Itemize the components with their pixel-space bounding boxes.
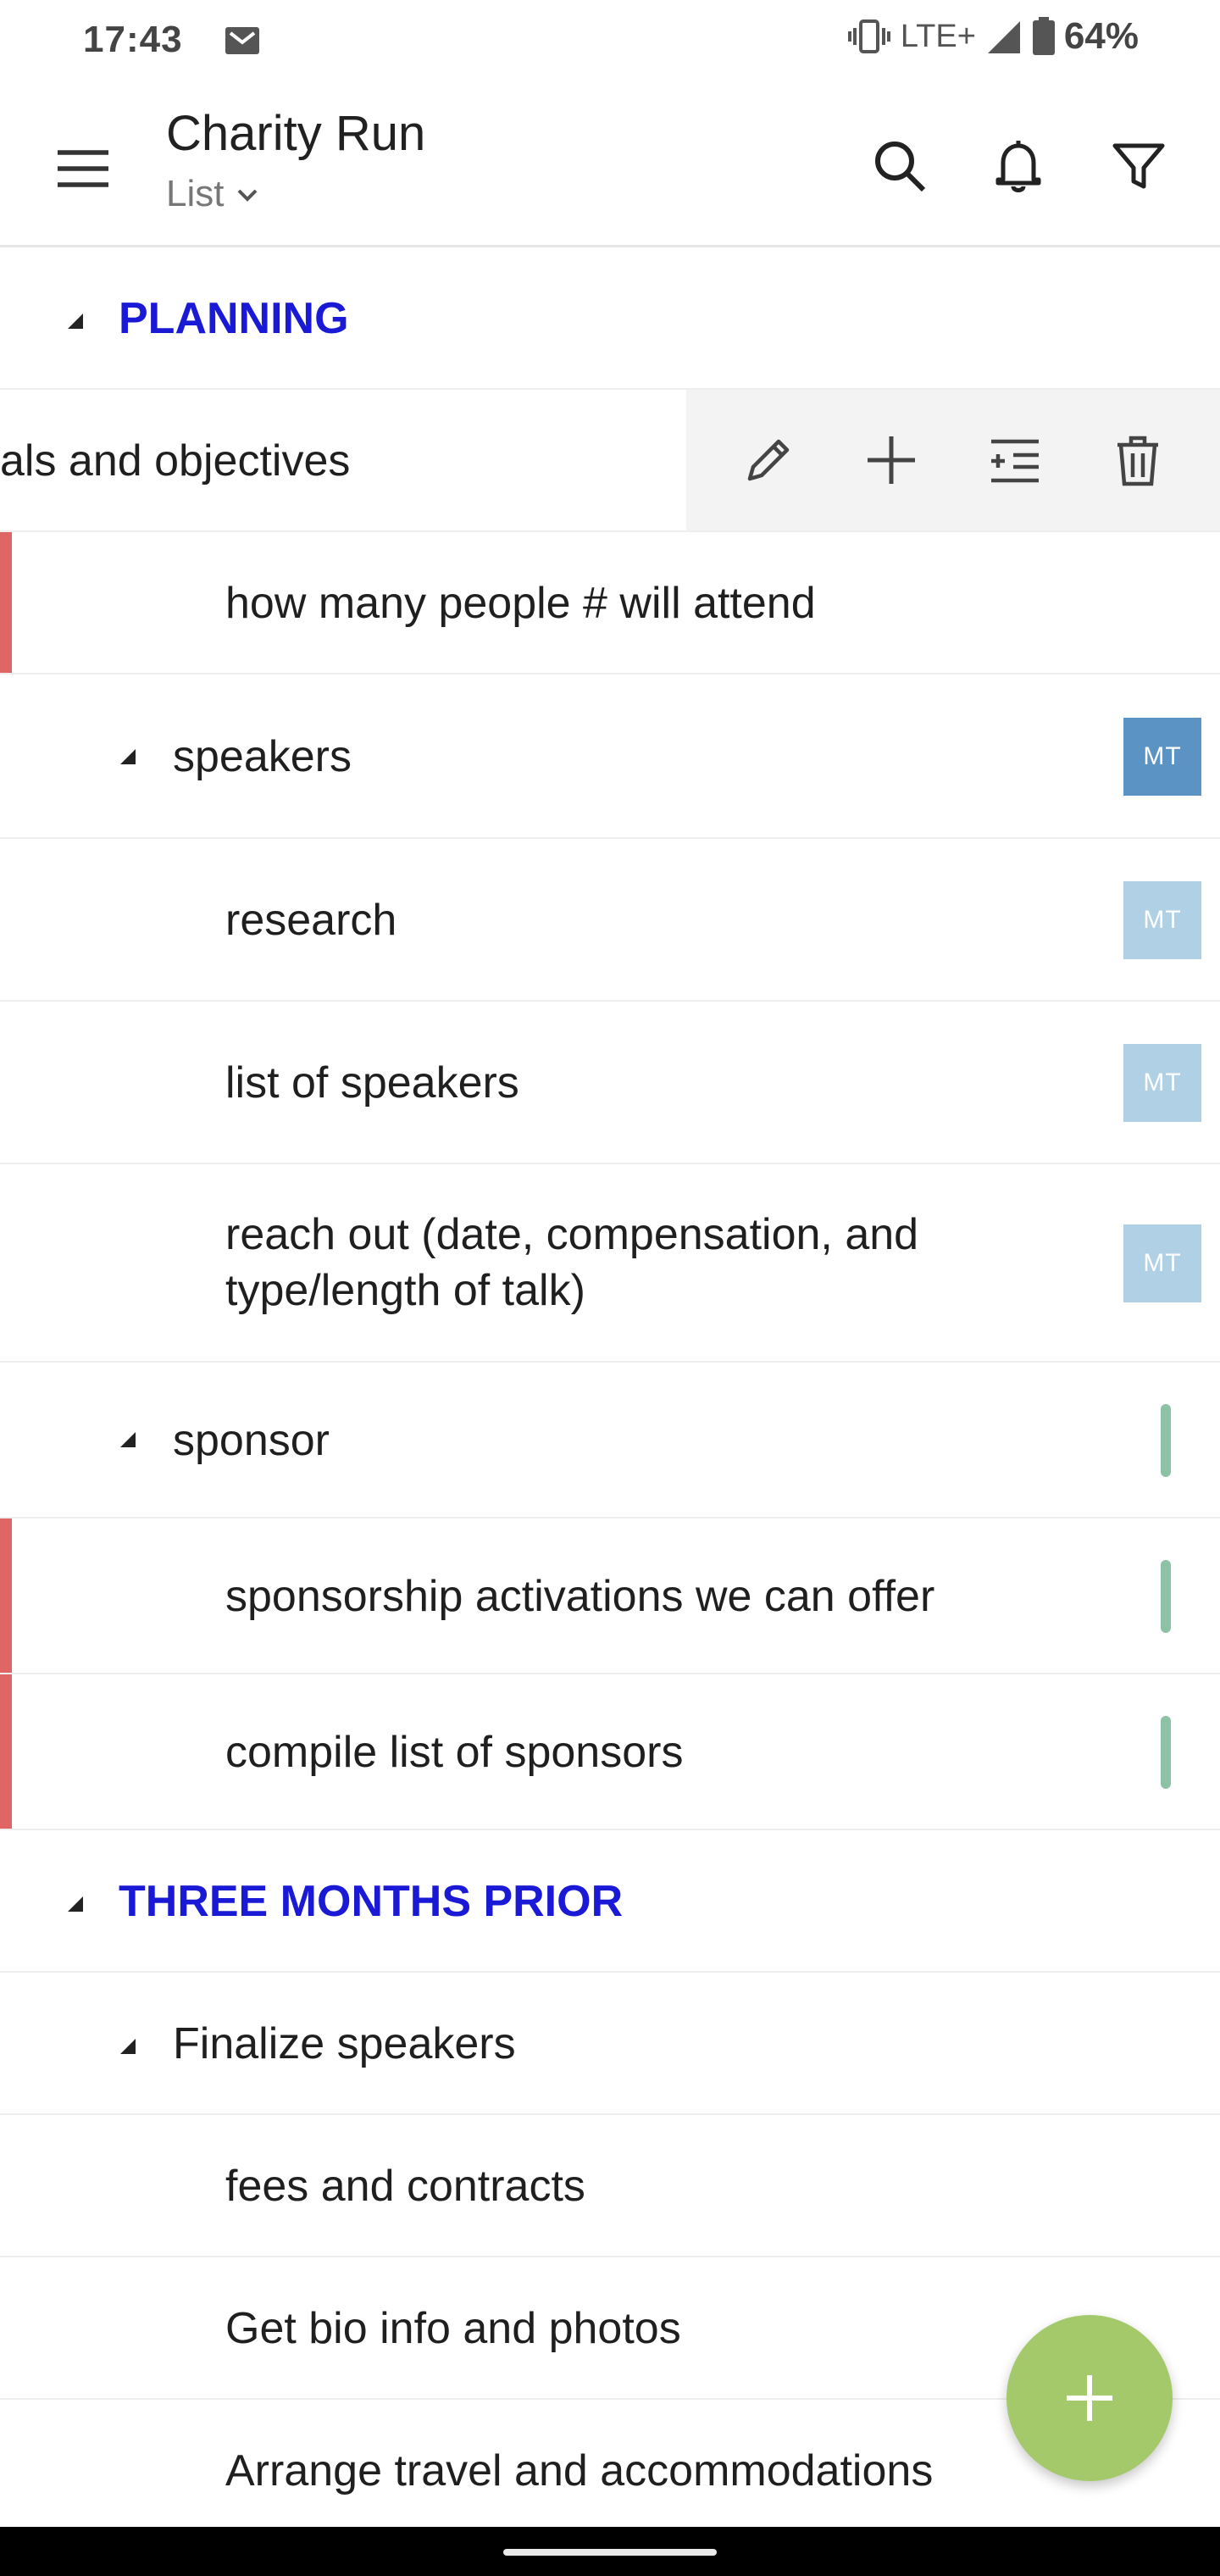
vibrate-icon: [847, 19, 890, 53]
plus-icon: [868, 436, 916, 484]
task-title: sponsor: [173, 1416, 330, 1465]
collapse-caret-icon[interactable]: [119, 2037, 137, 2056]
view-selector-label: List: [166, 173, 225, 214]
assignee-avatar[interactable]: MT: [1123, 881, 1201, 959]
task-row-attendance[interactable]: how many people # will attend: [0, 532, 1220, 675]
task-title: Finalize speakers: [173, 2019, 516, 2068]
task-title: research: [225, 896, 397, 945]
search-icon: [875, 142, 926, 192]
status-indicator: [1161, 1716, 1171, 1789]
task-title: compile list of sponsors: [225, 1728, 684, 1777]
task-list: PLANNING als and objectives how many peo…: [0, 247, 1220, 2542]
priority-flag: [0, 1518, 12, 1673]
section-title: THREE MONTHS PRIOR: [119, 1877, 624, 1926]
task-row-sponsorship-activations[interactable]: sponsorship activations we can offer: [0, 1518, 1220, 1674]
add-task-fab[interactable]: [1006, 2315, 1173, 2481]
collapse-caret-icon[interactable]: [66, 312, 85, 330]
task-title: fees and contracts: [225, 2162, 585, 2211]
trash-icon: [1117, 436, 1159, 486]
task-title-line-2: type/length of talk): [225, 1266, 585, 1315]
status-indicator: [1161, 1404, 1171, 1477]
priority-flag: [0, 1674, 12, 1829]
task-row-finalize-speakers[interactable]: Finalize speakers: [0, 1973, 1220, 2115]
task-title: als and objectives: [0, 436, 351, 486]
filter-icon: [1112, 143, 1165, 189]
battery-level: 64%: [1063, 15, 1139, 57]
chevron-down-icon: [238, 189, 258, 202]
edit-button[interactable]: [735, 426, 802, 494]
filter-button[interactable]: [1106, 134, 1171, 198]
priority-flag: [0, 532, 12, 673]
task-title: speakers: [173, 732, 352, 781]
task-title: Arrange travel and accommodations: [225, 2446, 934, 2496]
app-bar: Charity Run List: [0, 85, 1220, 247]
hamburger-menu-icon[interactable]: [49, 141, 117, 197]
status-indicator: [1161, 1560, 1171, 1633]
assignee-avatar[interactable]: MT: [1123, 1044, 1201, 1122]
collapse-caret-icon[interactable]: [66, 1895, 85, 1913]
search-button[interactable]: [868, 134, 932, 198]
assignee-avatar[interactable]: MT: [1123, 718, 1201, 796]
task-row-reach-out[interactable]: reach out (date, compensation, and type/…: [0, 1164, 1220, 1363]
home-gesture-handle[interactable]: [503, 2549, 717, 2556]
task-title: how many people # will attend: [225, 579, 816, 628]
task-row-research[interactable]: research MT: [0, 839, 1220, 1002]
task-row-fees-contracts[interactable]: fees and contracts: [0, 2115, 1220, 2257]
project-title: Charity Run: [166, 106, 426, 161]
task-row-list-of-speakers[interactable]: list of speakers MT: [0, 1002, 1220, 1164]
signal-icon: [987, 21, 1020, 53]
task-row-goals[interactable]: als and objectives: [0, 390, 1220, 532]
view-selector[interactable]: List: [166, 173, 259, 215]
collapse-caret-icon[interactable]: [119, 1430, 137, 1449]
notifications-button[interactable]: [986, 134, 1051, 198]
network-type: LTE+: [900, 18, 976, 54]
add-subtask-button[interactable]: [857, 426, 925, 494]
assignee-avatar[interactable]: MT: [1123, 1224, 1201, 1302]
battery-icon: [1032, 17, 1055, 55]
plus-icon: [1067, 2375, 1112, 2421]
task-title: list of speakers: [225, 1058, 519, 1108]
bell-icon: [995, 141, 1041, 192]
task-title: Get bio info and photos: [225, 2304, 681, 2353]
status-right: LTE+ 64%: [846, 15, 1139, 58]
indent-icon: [990, 439, 1039, 483]
gmail-icon: [225, 27, 259, 54]
status-time: 17:43: [83, 19, 183, 60]
section-header-three-months-prior[interactable]: THREE MONTHS PRIOR: [0, 1830, 1220, 1973]
indent-button[interactable]: [981, 426, 1049, 494]
task-title: sponsorship activations we can offer: [225, 1572, 935, 1621]
status-bar: 17:43 LTE+ 64%: [0, 0, 1220, 85]
section-title: PLANNING: [119, 294, 349, 343]
row-action-panel: [686, 390, 1220, 530]
task-row-compile-sponsors[interactable]: compile list of sponsors: [0, 1674, 1220, 1830]
task-row-sponsor[interactable]: sponsor: [0, 1363, 1220, 1518]
pencil-icon: [747, 439, 789, 481]
section-header-planning[interactable]: PLANNING: [0, 247, 1220, 390]
collapse-caret-icon[interactable]: [119, 747, 137, 766]
task-title-line-1: reach out (date, compensation, and: [225, 1210, 919, 1259]
system-nav-bar: [0, 2527, 1220, 2576]
delete-button[interactable]: [1104, 426, 1172, 494]
task-row-speakers[interactable]: speakers MT: [0, 675, 1220, 839]
